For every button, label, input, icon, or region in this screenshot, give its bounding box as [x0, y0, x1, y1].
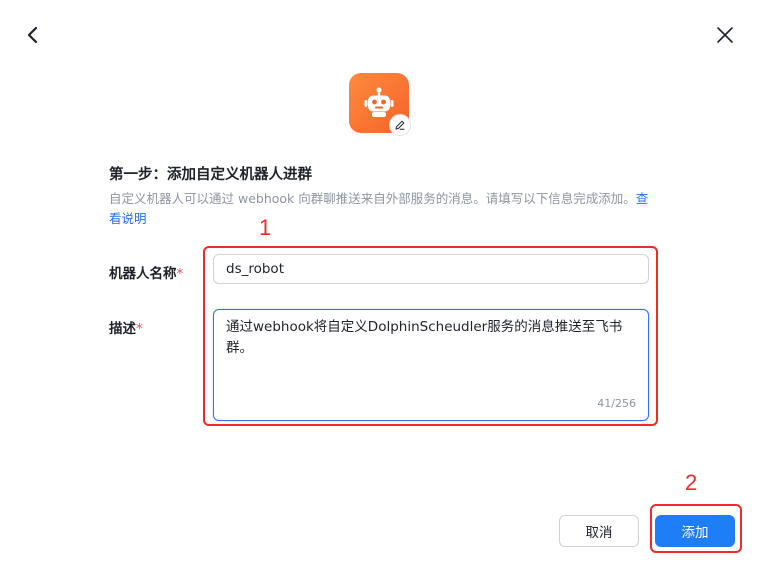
robot-icon — [364, 87, 394, 117]
required-mark: * — [136, 321, 143, 337]
back-button[interactable] — [22, 24, 44, 46]
robot-name-label-text: 机器人名称 — [109, 266, 177, 282]
close-icon — [717, 27, 733, 43]
pencil-icon — [395, 120, 405, 130]
cancel-button[interactable]: 取消 — [559, 515, 639, 547]
description-label: 描述* — [109, 317, 143, 337]
robot-name-input[interactable]: ds_robot — [213, 254, 649, 284]
description-textarea[interactable]: 通过webhook将自定义DolphinScheudler服务的消息推送至飞书群… — [213, 309, 649, 421]
annotation-marker-1: 1 — [259, 215, 272, 240]
character-counter: 41/256 — [597, 397, 636, 410]
description-label-text: 描述 — [109, 321, 136, 337]
robot-name-label: 机器人名称* — [109, 262, 183, 282]
chevron-left-icon — [27, 26, 38, 44]
robot-avatar — [349, 73, 411, 136]
step-description: 自定义机器人可以通过 webhook 向群聊推送来自外部服务的消息。请填写以下信… — [109, 189, 649, 229]
close-button[interactable] — [714, 24, 736, 46]
annotation-marker-2: 2 — [685, 470, 698, 495]
edit-avatar-button[interactable] — [389, 114, 411, 136]
description-text: 通过webhook将自定义DolphinScheudler服务的消息推送至飞书群… — [226, 319, 623, 356]
step-title: 第一步：添加自定义机器人进群 — [109, 167, 312, 183]
add-button[interactable]: 添加 — [655, 515, 735, 547]
required-mark: * — [176, 266, 184, 282]
step-description-text: 自定义机器人可以通过 webhook 向群聊推送来自外部服务的消息。请填写以下信… — [109, 191, 636, 206]
